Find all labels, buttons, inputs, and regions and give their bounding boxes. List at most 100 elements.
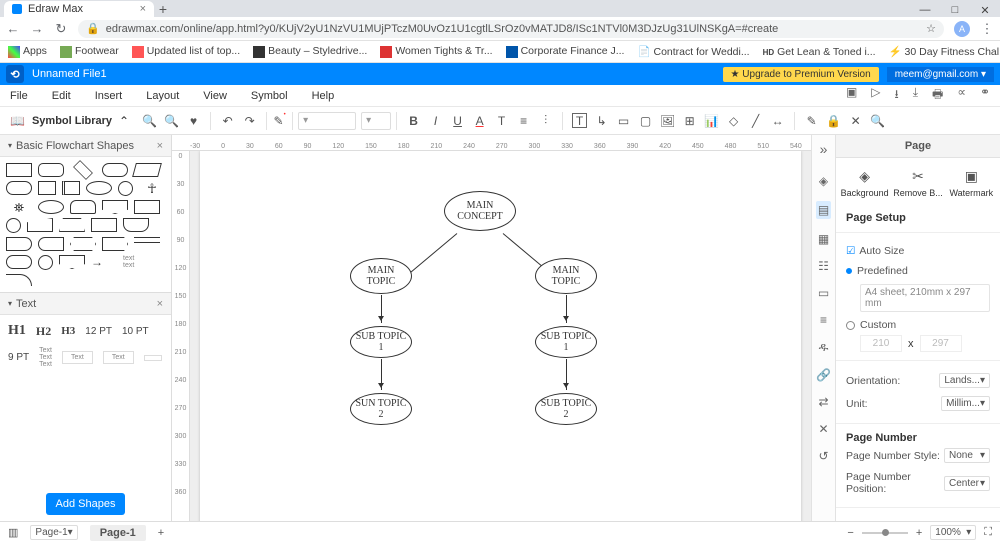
shape-note[interactable]: texttext	[123, 255, 149, 269]
h1-style[interactable]: H1	[8, 323, 26, 339]
text-style-icon[interactable]: T	[494, 113, 509, 128]
shape-pentagon[interactable]	[102, 237, 128, 251]
collab-icon[interactable]: ⚭	[980, 85, 990, 106]
shape-person[interactable]: ⛯	[6, 200, 32, 214]
format-painter-icon[interactable]: ✎•	[272, 113, 287, 128]
link-icon[interactable]: 🔗	[816, 368, 831, 382]
align-icon[interactable]: ≡	[516, 113, 531, 128]
text-sample[interactable]: TextTextText	[39, 347, 52, 368]
tab-background[interactable]: ◈Background	[838, 168, 891, 198]
predefined-radio[interactable]: Predefined	[846, 261, 990, 281]
rounded-tool-icon[interactable]: ▢	[638, 113, 653, 128]
close-panel-icon[interactable]: ×	[157, 140, 163, 152]
shape-pill2[interactable]	[6, 255, 32, 269]
reload-icon[interactable]: ↻	[54, 21, 68, 37]
italic-icon[interactable]: I	[428, 113, 443, 128]
shape-pill[interactable]	[6, 181, 32, 195]
shape-trapezoid[interactable]	[59, 218, 85, 232]
edit-icon[interactable]: ✎	[804, 113, 819, 128]
fill-icon[interactable]: ◇	[726, 113, 741, 128]
heart-icon[interactable]: ♥	[186, 113, 201, 128]
node-sub-topic-1-right[interactable]: SUB TOPIC1	[535, 326, 597, 358]
bookmark-item[interactable]: Beauty – Styledrive...	[253, 45, 367, 57]
node-main-concept[interactable]: MAINCONCEPT	[444, 191, 516, 231]
grid-icon[interactable]: ▦	[818, 232, 829, 246]
pages-icon[interactable]: ▥	[8, 526, 18, 539]
bookmark-item[interactable]: 📄 Contract for Weddi...	[637, 45, 749, 58]
shape-arrow[interactable]: →	[91, 255, 117, 269]
text-tool-icon[interactable]: T	[572, 113, 587, 128]
menu-symbol[interactable]: Symbol	[251, 90, 288, 102]
shape-offpage[interactable]	[102, 200, 128, 214]
menu-layout[interactable]: Layout	[146, 90, 179, 102]
shape-circle2[interactable]	[38, 255, 53, 270]
browser-tab[interactable]: Edraw Max ×	[4, 1, 154, 17]
valign-icon[interactable]: ⫶	[538, 113, 553, 128]
shape-parallelogram[interactable]	[132, 163, 162, 177]
page-icon[interactable]: ▤	[816, 201, 831, 219]
rect-tool-icon[interactable]: ▭	[616, 113, 631, 128]
symbol-library-label[interactable]: Symbol Library	[32, 115, 112, 127]
shape-card2[interactable]	[91, 218, 117, 232]
image-icon[interactable]: 🖼	[660, 113, 675, 128]
shape-ellipse[interactable]	[86, 181, 112, 195]
layers-icon[interactable]: ☷	[818, 259, 829, 273]
text-box-sample[interactable]: Text	[62, 351, 93, 364]
fill-icon[interactable]: ◈	[819, 174, 828, 188]
tab-remove-bg[interactable]: ✂Remove B...	[891, 168, 944, 198]
minimize-icon[interactable]: —	[910, 4, 940, 17]
search-icon[interactable]: 🔍	[870, 113, 885, 128]
shape-delay[interactable]	[6, 237, 32, 251]
app-logo-icon[interactable]: ⟲	[6, 65, 24, 83]
bookmark-item[interactable]: HD Get Lean & Toned i...	[763, 46, 876, 58]
zoom-level[interactable]: 100% ▾	[930, 525, 976, 540]
tree-icon[interactable]: ዱ	[819, 340, 829, 355]
shapes-panel-header[interactable]: ▾ Basic Flowchart Shapes ×	[0, 135, 171, 157]
shape-rounded[interactable]	[38, 163, 64, 177]
lock-icon[interactable]: 🔒	[826, 113, 841, 128]
back-icon[interactable]: ←	[6, 21, 20, 36]
connector[interactable]	[566, 359, 567, 390]
shape-double[interactable]	[62, 181, 80, 195]
h2-style[interactable]: H2	[36, 324, 51, 339]
shape-shield[interactable]	[59, 255, 85, 269]
profile-avatar[interactable]: A	[954, 21, 970, 37]
shape-process[interactable]	[6, 163, 32, 177]
shape-lines[interactable]	[134, 237, 160, 243]
zoom-in-icon[interactable]: 🔍	[142, 113, 157, 128]
apps-bookmark[interactable]: Apps	[8, 45, 47, 57]
node-sun-topic-2[interactable]: SUN TOPIC2	[350, 393, 412, 425]
page-dropdown[interactable]: Page-1 ▾	[30, 525, 77, 540]
history-icon[interactable]: ↺	[818, 449, 828, 463]
shape-card[interactable]	[38, 181, 56, 195]
zoom-in-button[interactable]: +	[916, 527, 922, 539]
shape-circle[interactable]	[118, 181, 133, 196]
node-sub-topic-1-left[interactable]: SUB TOPIC1	[350, 326, 412, 358]
export-icon[interactable]: ⭳	[895, 85, 899, 106]
shape-wave[interactable]	[123, 218, 149, 232]
share-icon[interactable]: ∝	[957, 85, 966, 106]
close-tab-icon[interactable]: ×	[140, 3, 146, 15]
undo-icon[interactable]: ↶	[220, 113, 235, 128]
zoom-slider[interactable]	[862, 532, 908, 534]
bookmark-item[interactable]: ⚡ 30 Day Fitness Chal...	[889, 45, 1000, 58]
url-input[interactable]: 🔒 edrawmax.com/online/app.html?y0/KUjV2y…	[78, 20, 944, 38]
bookmark-item[interactable]: Corporate Finance J...	[506, 45, 625, 57]
menu-file[interactable]: File	[10, 90, 28, 102]
shape-manual-input[interactable]	[27, 218, 53, 232]
underline-icon[interactable]: U	[450, 113, 465, 128]
new-tab-button[interactable]: +	[154, 1, 172, 17]
custom-radio[interactable]: Custom	[846, 315, 990, 335]
account-email[interactable]: meem@gmail.com ▾	[887, 67, 994, 82]
compass-icon[interactable]: ✕	[818, 422, 828, 436]
library-icon[interactable]: 📖	[10, 114, 25, 128]
record-icon[interactable]: ▣	[846, 85, 857, 106]
bookmark-item[interactable]: Updated list of top...	[132, 45, 240, 57]
database-icon[interactable]: ≡	[820, 313, 827, 327]
add-shapes-button[interactable]: Add Shapes	[46, 493, 126, 515]
forward-icon[interactable]: →	[30, 21, 44, 36]
close-icon[interactable]: ✕	[970, 4, 1000, 17]
chevron-up-icon[interactable]: ⌃	[119, 114, 129, 128]
maximize-icon[interactable]: □	[940, 4, 970, 17]
shape-document[interactable]	[134, 200, 160, 214]
